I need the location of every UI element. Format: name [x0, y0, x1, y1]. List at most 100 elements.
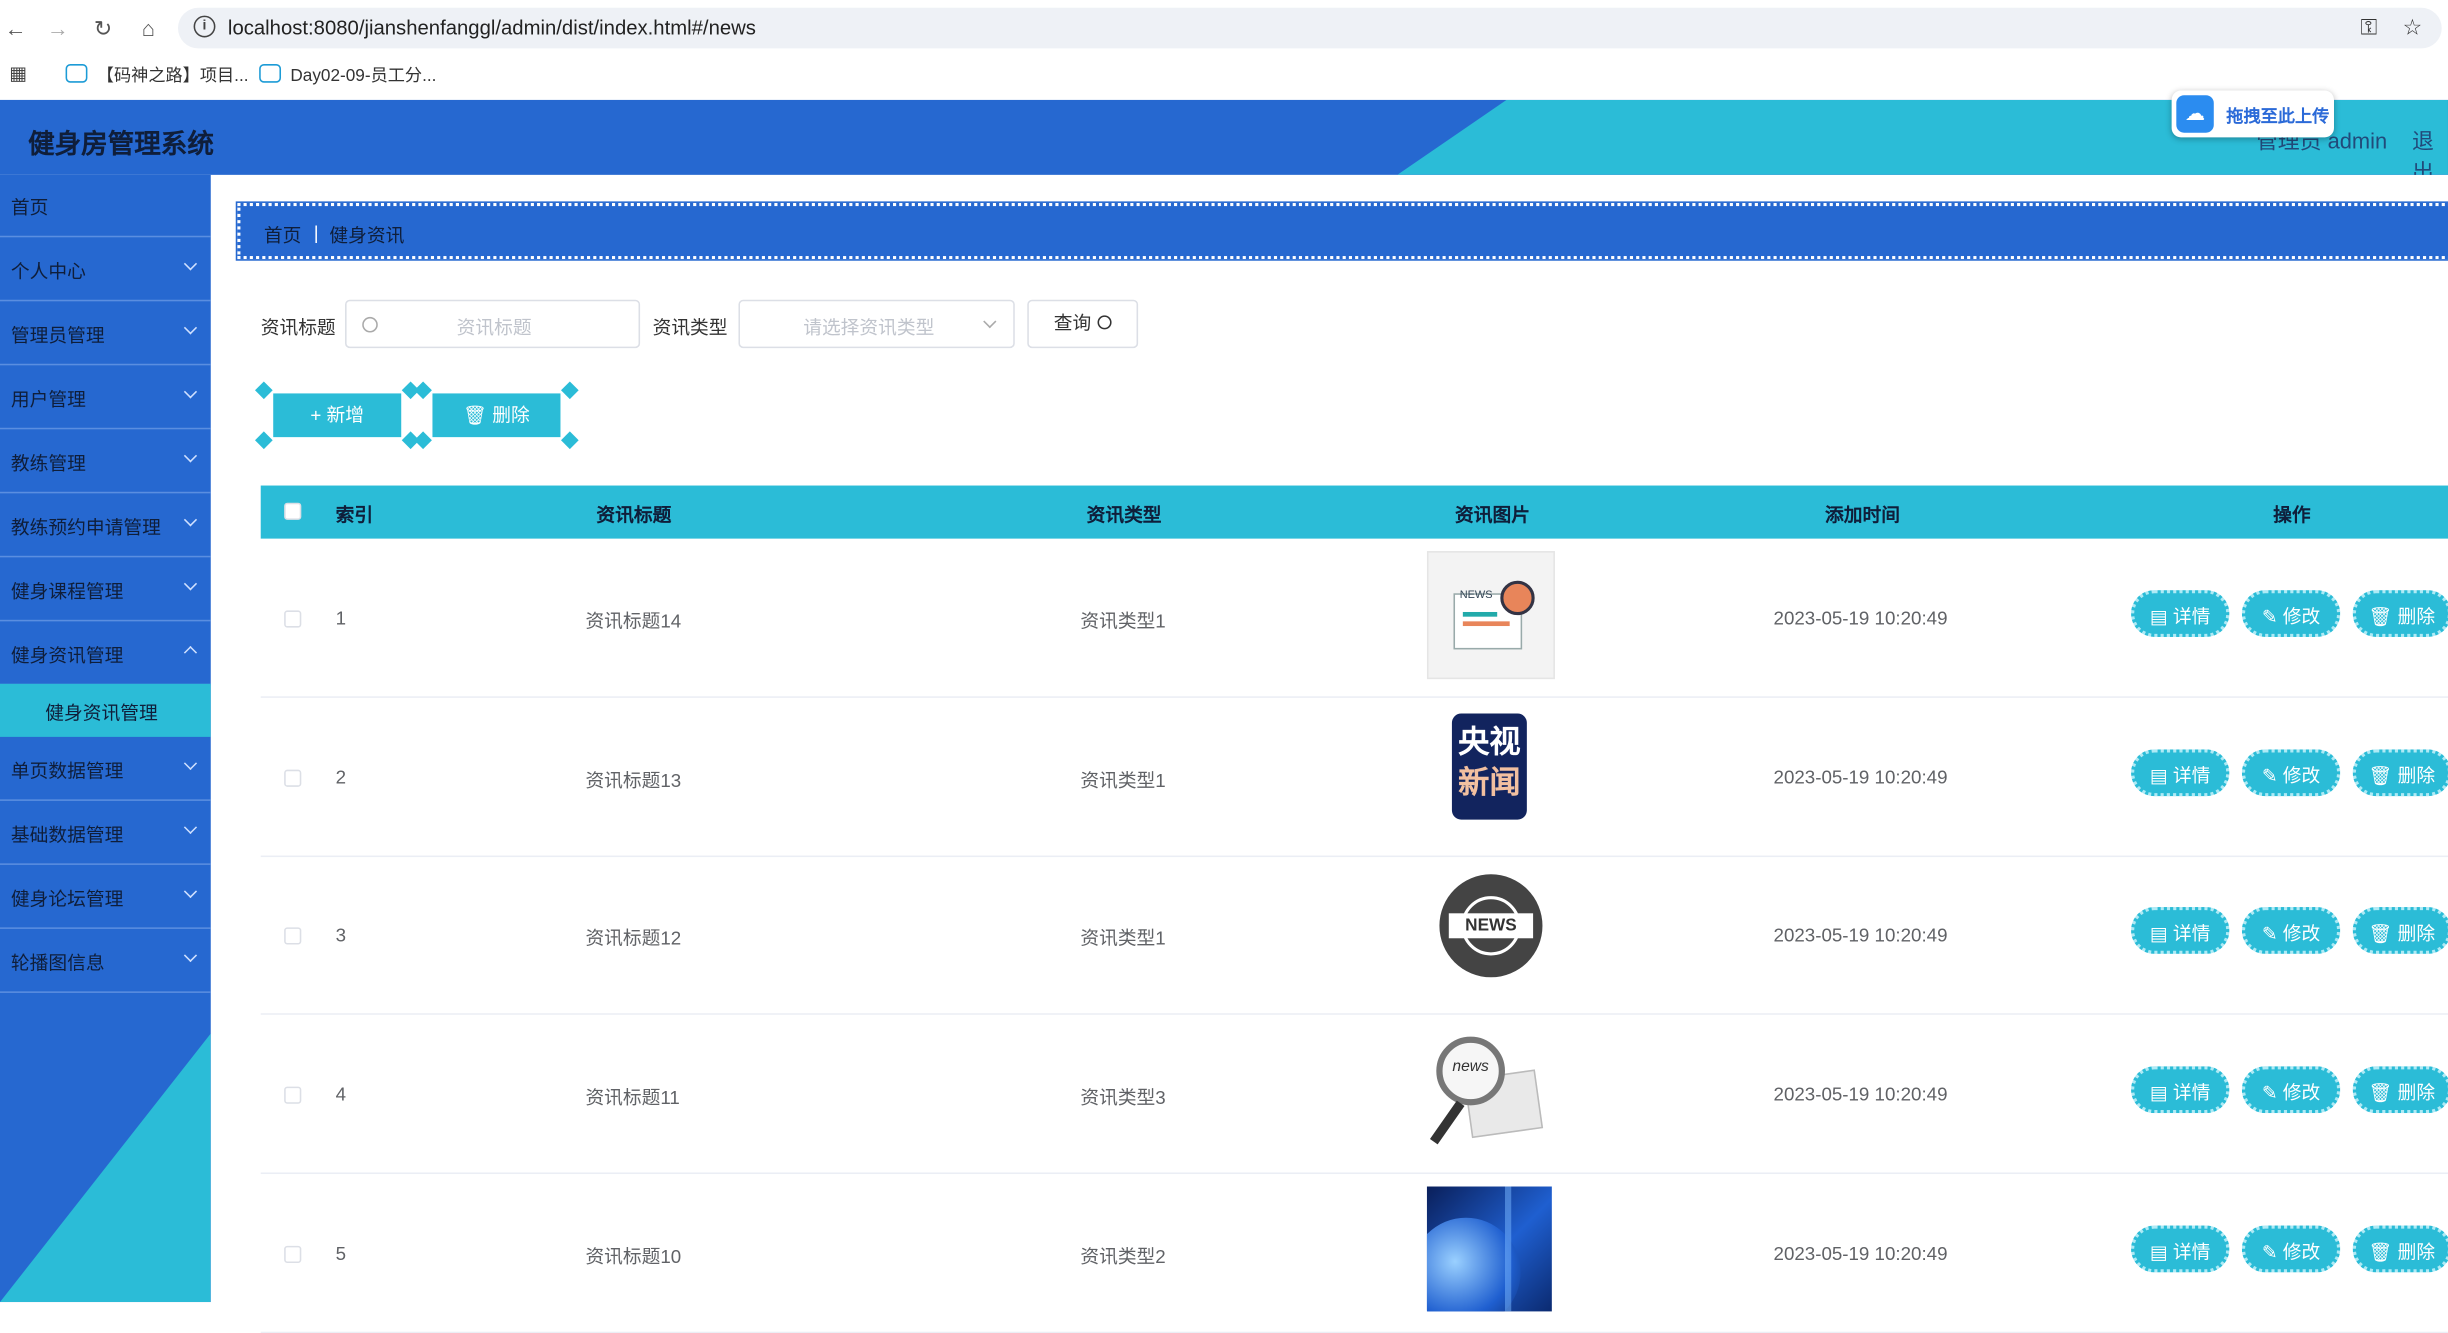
- pencil-icon: ✎: [2261, 923, 2278, 946]
- document-icon: ▤: [2149, 605, 2168, 628]
- key-icon[interactable]: ⚿: [2361, 14, 2378, 41]
- trash-icon: 🗑: [2368, 605, 2393, 628]
- bookmarks-bar: ▦ 【码神之路】项目... Day02-09-员工分...: [0, 56, 2448, 93]
- detail-button[interactable]: ▤ 详情: [2131, 1225, 2230, 1273]
- sidebar-item-personal[interactable]: 个人中心: [0, 239, 211, 302]
- chevron-up-icon: [183, 645, 198, 660]
- upload-popup-label: 拖拽至此上传: [2226, 107, 2330, 127]
- sidebar-item-admins[interactable]: 管理员管理: [0, 303, 211, 366]
- delete-button[interactable]: 🗑 删除: [2352, 590, 2448, 637]
- chevron-down-icon: [183, 756, 198, 771]
- row-time: 2023-05-19 10:20:49: [1773, 924, 1948, 947]
- cloud-upload-icon: ☁: [2176, 95, 2214, 133]
- row-checkbox[interactable]: [284, 769, 302, 787]
- delete-button[interactable]: 🗑 删除: [2352, 1066, 2448, 1114]
- trash-icon: 🗑: [2368, 923, 2393, 946]
- back-icon[interactable]: ←: [0, 12, 31, 43]
- edit-button[interactable]: ✎ 修改: [2241, 1066, 2341, 1114]
- home-icon[interactable]: ⌂: [133, 12, 164, 43]
- type-select-label: 资讯类型: [652, 316, 728, 339]
- row-title: 资讯标题10: [585, 1245, 682, 1268]
- query-button[interactable]: 查询: [1027, 299, 1139, 349]
- row-type: 资讯类型1: [1080, 610, 1166, 633]
- edit-button[interactable]: ✎ 修改: [2241, 907, 2341, 955]
- title-search-label: 资讯标题: [260, 316, 336, 339]
- type-select[interactable]: 请选择资讯类型: [738, 299, 1015, 349]
- browser-chrome: ← → ↻ ⌂ i localhost:8080/jianshenfanggl/…: [0, 0, 2448, 100]
- address-bar[interactable]: i localhost:8080/jianshenfanggl/admin/di…: [177, 7, 2442, 49]
- reload-icon[interactable]: ↻: [87, 12, 118, 43]
- sidebar-item-users[interactable]: 用户管理: [0, 367, 211, 430]
- sidebar-subitem-news-manage[interactable]: 健身资讯管理: [0, 683, 211, 737]
- forward-icon[interactable]: →: [42, 12, 73, 43]
- detail-button[interactable]: ▤ 详情: [2131, 907, 2230, 955]
- detail-button[interactable]: ▤ 详情: [2131, 590, 2230, 637]
- breadcrumb-home[interactable]: 首页: [264, 222, 301, 249]
- pencil-icon: ✎: [2261, 605, 2278, 628]
- sidebar-item-coach-booking[interactable]: 教练预约申请管理: [0, 495, 211, 558]
- title-search-placeholder: 资讯标题: [456, 316, 532, 339]
- site-info-icon[interactable]: i: [193, 15, 216, 38]
- table-header: 索引 资讯标题 资讯类型 资讯图片 添加时间 操作: [260, 485, 2448, 539]
- edit-button[interactable]: ✎ 修改: [2241, 590, 2341, 637]
- chevron-down-icon: [183, 820, 198, 835]
- breadcrumb-current: 健身资讯: [329, 224, 405, 247]
- row-image: NEWS: [1427, 869, 1555, 997]
- pencil-icon: ✎: [2261, 1082, 2278, 1104]
- apps-icon[interactable]: ▦: [9, 62, 27, 84]
- add-button[interactable]: + 新增: [255, 381, 420, 450]
- search-icon: [1097, 315, 1112, 330]
- bilibili-icon: [65, 64, 88, 83]
- star-icon[interactable]: ☆: [2403, 14, 2423, 41]
- bookmark-item[interactable]: 【码神之路】项目...: [65, 62, 248, 87]
- detail-button[interactable]: ▤ 详情: [2131, 748, 2230, 796]
- edit-button[interactable]: ✎ 修改: [2241, 1225, 2341, 1273]
- table-row: 4 资讯标题11 资讯类型3 news 2023-05-19 10:20:49 ▤ 详情 ✎…: [260, 1015, 2448, 1175]
- row-checkbox[interactable]: [284, 927, 302, 946]
- row-index: 5: [335, 1242, 347, 1265]
- sidebar-item-carousel[interactable]: 轮播图信息: [0, 930, 211, 993]
- row-index: 3: [335, 924, 347, 947]
- row-title: 资讯标题14: [585, 610, 682, 633]
- row-checkbox[interactable]: [284, 1245, 302, 1263]
- row-index: 2: [335, 766, 347, 788]
- delete-button[interactable]: 🗑 删除: [2352, 748, 2448, 796]
- chevron-down-icon: [183, 257, 198, 271]
- batch-delete-button[interactable]: 🗑 删除: [414, 381, 579, 450]
- sidebar-item-single-page[interactable]: 单页数据管理: [0, 738, 211, 801]
- delete-button[interactable]: 🗑 删除: [2352, 1225, 2448, 1273]
- sidebar-item-base-data[interactable]: 基础数据管理: [0, 802, 211, 865]
- table-row: 5 资讯标题10 资讯类型2 2023-05-19 10:20:49 ▤ 详情 ✎ 修改 🗑…: [260, 1174, 2448, 1333]
- sidebar-item-news[interactable]: 健身资讯管理: [0, 623, 211, 686]
- bookmark-item[interactable]: Day02-09-员工分...: [259, 62, 436, 87]
- chevron-down-icon: [183, 577, 198, 591]
- row-time: 2023-05-19 10:20:49: [1773, 1242, 1948, 1265]
- sidebar-item-forum[interactable]: 健身论坛管理: [0, 866, 211, 929]
- row-time: 2023-05-19 10:20:49: [1773, 766, 1948, 788]
- delete-button[interactable]: 🗑 删除: [2352, 907, 2448, 955]
- chevron-down-icon: [183, 385, 198, 399]
- row-type: 资讯类型1: [1080, 769, 1166, 792]
- sidebar-item-home[interactable]: 首页: [0, 175, 211, 238]
- row-time: 2023-05-19 10:20:49: [1773, 1083, 1948, 1106]
- logout-link[interactable]: 退出: [2412, 125, 2448, 175]
- row-time: 2023-05-19 10:20:49: [1773, 607, 1948, 630]
- column-header: 资讯标题: [596, 504, 672, 527]
- pencil-icon: ✎: [2261, 1240, 2278, 1263]
- row-checkbox[interactable]: [284, 1086, 302, 1104]
- upload-popup[interactable]: ☁ 拖拽至此上传: [2171, 90, 2334, 138]
- edit-button[interactable]: ✎ 修改: [2241, 748, 2341, 796]
- column-header: 资讯图片: [1455, 504, 1531, 527]
- trash-icon: 🗑: [2368, 764, 2393, 787]
- row-title: 资讯标题11: [585, 1086, 680, 1109]
- title-search-input[interactable]: 资讯标题: [345, 299, 641, 349]
- detail-button[interactable]: ▤ 详情: [2131, 1066, 2230, 1114]
- sidebar-item-courses[interactable]: 健身课程管理: [0, 559, 211, 622]
- row-title: 资讯标题12: [585, 927, 682, 950]
- chevron-down-icon: [183, 449, 198, 463]
- select-all-checkbox[interactable]: [284, 502, 302, 520]
- row-checkbox[interactable]: [284, 610, 302, 628]
- chevron-down-icon: [183, 321, 198, 335]
- sidebar-item-coaches[interactable]: 教练管理: [0, 431, 211, 494]
- row-image: [1426, 1186, 1555, 1314]
